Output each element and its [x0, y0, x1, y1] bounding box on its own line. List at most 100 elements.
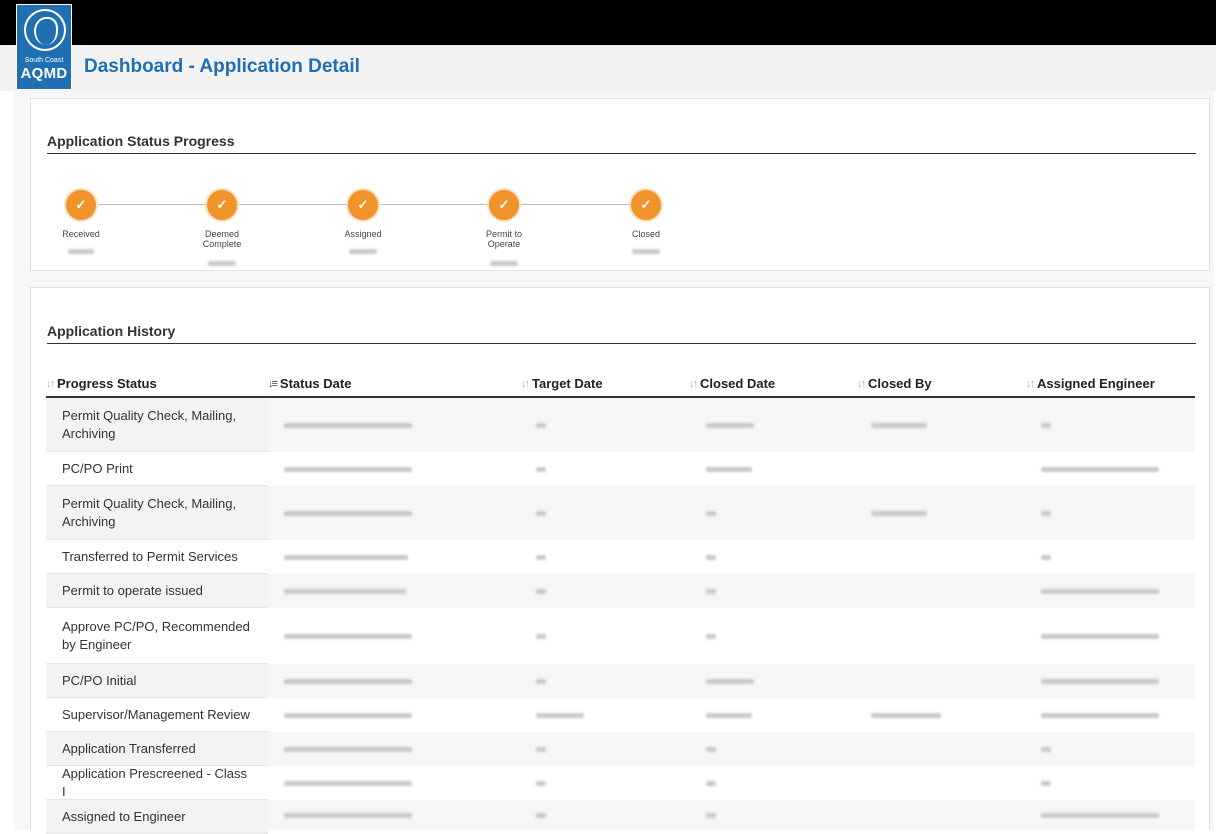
status-date-redacted: [284, 398, 412, 452]
target-date-redacted: [536, 698, 584, 732]
sort-icon: ↓↑: [46, 377, 55, 390]
status-date-redacted: [284, 608, 412, 664]
step-connector: [521, 204, 633, 205]
assigned-engineer-redacted: [1041, 486, 1051, 540]
step-complete-check-icon: ✓: [489, 190, 519, 220]
sort-desc-icon: ↓≡: [268, 377, 278, 390]
table-row[interactable]: Supervisor/Management Review: [46, 698, 1195, 732]
assigned-engineer-redacted: [1041, 540, 1051, 574]
page-title: Dashboard - Application Detail: [84, 56, 360, 77]
section-divider: [47, 343, 1196, 344]
assigned-engineer-redacted: [1041, 732, 1051, 766]
closed-date-redacted: [706, 486, 716, 540]
column-header-target-date[interactable]: ↓↑ Target Date: [521, 376, 603, 391]
globe-icon: [24, 9, 66, 51]
table-row[interactable]: Application Transferred: [46, 732, 1195, 766]
status-date-redacted: [284, 452, 412, 486]
step-date-redacted: [46, 241, 116, 259]
assigned-engineer-redacted: [1041, 398, 1051, 452]
step-label-permit-to-operate: Permit to Operate: [485, 229, 522, 249]
status-date-redacted: [284, 574, 406, 608]
progress-status-cell: Assigned to Engineer: [46, 800, 268, 834]
progress-status-cell: Permit Quality Check, Mailing, Archiving: [46, 486, 268, 540]
assigned-engineer-redacted: [1041, 800, 1159, 830]
assigned-engineer-redacted: [1041, 766, 1051, 800]
assigned-engineer-redacted: [1041, 574, 1159, 608]
status-date-redacted: [284, 766, 412, 800]
progress-status-cell: Permit to operate issued: [46, 574, 268, 608]
application-history-title: Application History: [47, 323, 176, 339]
column-header-status-date[interactable]: ↓≡ Status Date: [268, 376, 351, 391]
closed-by-redacted: [871, 398, 927, 452]
status-date-redacted: [284, 698, 412, 732]
target-date-redacted: [536, 732, 546, 766]
progress-status-cell: Permit Quality Check, Mailing, Archiving: [46, 398, 268, 452]
progress-status-cell: Transferred to Permit Services: [46, 540, 268, 574]
status-date-redacted: [284, 732, 412, 766]
target-date-redacted: [536, 664, 546, 698]
table-row[interactable]: Approve PC/PO, Recommended by Engineer: [46, 608, 1195, 664]
column-header-closed-date[interactable]: ↓↑ Closed Date: [689, 376, 775, 391]
progress-status-cell: PC/PO Print: [46, 452, 268, 486]
status-date-redacted: [284, 540, 408, 574]
step-complete-check-icon: ✓: [631, 190, 661, 220]
target-date-redacted: [536, 540, 546, 574]
column-header-closed-by[interactable]: ↓↑ Closed By: [857, 376, 932, 391]
step-label-received: Received: [62, 229, 100, 239]
closed-date-redacted: [706, 664, 754, 698]
step-complete-check-icon: ✓: [207, 190, 237, 220]
status-date-redacted: [284, 486, 412, 540]
progress-status-cell: Application Prescreened - Class I: [46, 766, 268, 800]
closed-date-redacted: [706, 732, 716, 766]
closed-date-redacted: [706, 608, 716, 664]
section-divider: [47, 153, 1196, 154]
step-date-redacted: [187, 253, 257, 271]
step-connector: [379, 204, 491, 205]
step-complete-check-icon: ✓: [348, 190, 378, 220]
progress-status-cell: Application Transferred: [46, 732, 268, 766]
target-date-redacted: [536, 452, 546, 486]
closed-by-redacted: [871, 698, 941, 732]
column-header-assigned-engineer[interactable]: ↓↑ Assigned Engineer: [1026, 376, 1155, 391]
table-row[interactable]: Transferred to Permit Services: [46, 540, 1195, 574]
table-row[interactable]: PC/PO Initial: [46, 664, 1195, 698]
table-row[interactable]: Application Prescreened - Class I: [46, 766, 1195, 800]
sort-icon: ↓↑: [1026, 377, 1035, 390]
step-connector: [95, 204, 207, 205]
step-date-redacted: [328, 241, 398, 259]
closed-date-redacted: [706, 540, 716, 574]
assigned-engineer-redacted: [1041, 608, 1159, 664]
progress-status-cell: Approve PC/PO, Recommended by Engineer: [46, 608, 268, 664]
assigned-engineer-redacted: [1041, 452, 1159, 486]
target-date-redacted: [536, 608, 546, 664]
step-connector: [237, 204, 349, 205]
closed-date-redacted: [706, 398, 754, 452]
target-date-redacted: [536, 800, 546, 830]
closed-date-redacted: [706, 766, 716, 800]
target-date-redacted: [536, 398, 546, 452]
step-label-assigned: Assigned: [344, 229, 382, 239]
logo-small-text: South Coast: [24, 57, 64, 64]
closed-date-redacted: [706, 698, 752, 732]
closed-date-redacted: [706, 800, 716, 830]
progress-status-cell: PC/PO Initial: [46, 664, 268, 698]
closed-date-redacted: [706, 452, 752, 486]
table-row[interactable]: Permit to operate issued: [46, 574, 1195, 608]
sort-icon: ↓↑: [689, 377, 698, 390]
target-date-redacted: [536, 766, 546, 800]
table-row[interactable]: Permit Quality Check, Mailing, Archiving: [46, 486, 1195, 540]
column-header-progress-status[interactable]: ↓↑ Progress Status: [46, 376, 157, 391]
table-row[interactable]: Permit Quality Check, Mailing, Archiving: [46, 398, 1195, 452]
logo-big-text: AQMD: [20, 65, 68, 82]
closed-date-redacted: [706, 574, 716, 608]
assigned-engineer-redacted: [1041, 664, 1159, 698]
aqmd-logo[interactable]: South Coast AQMD: [16, 4, 72, 90]
table-row[interactable]: PC/PO Print: [46, 452, 1195, 486]
step-date-redacted: [469, 253, 539, 271]
step-date-redacted: [611, 241, 681, 259]
table-row[interactable]: Assigned to Engineer: [46, 800, 1195, 834]
status-date-redacted: [284, 664, 412, 698]
target-date-redacted: [536, 486, 546, 540]
step-label-closed: Closed: [631, 229, 660, 239]
target-date-redacted: [536, 574, 546, 608]
